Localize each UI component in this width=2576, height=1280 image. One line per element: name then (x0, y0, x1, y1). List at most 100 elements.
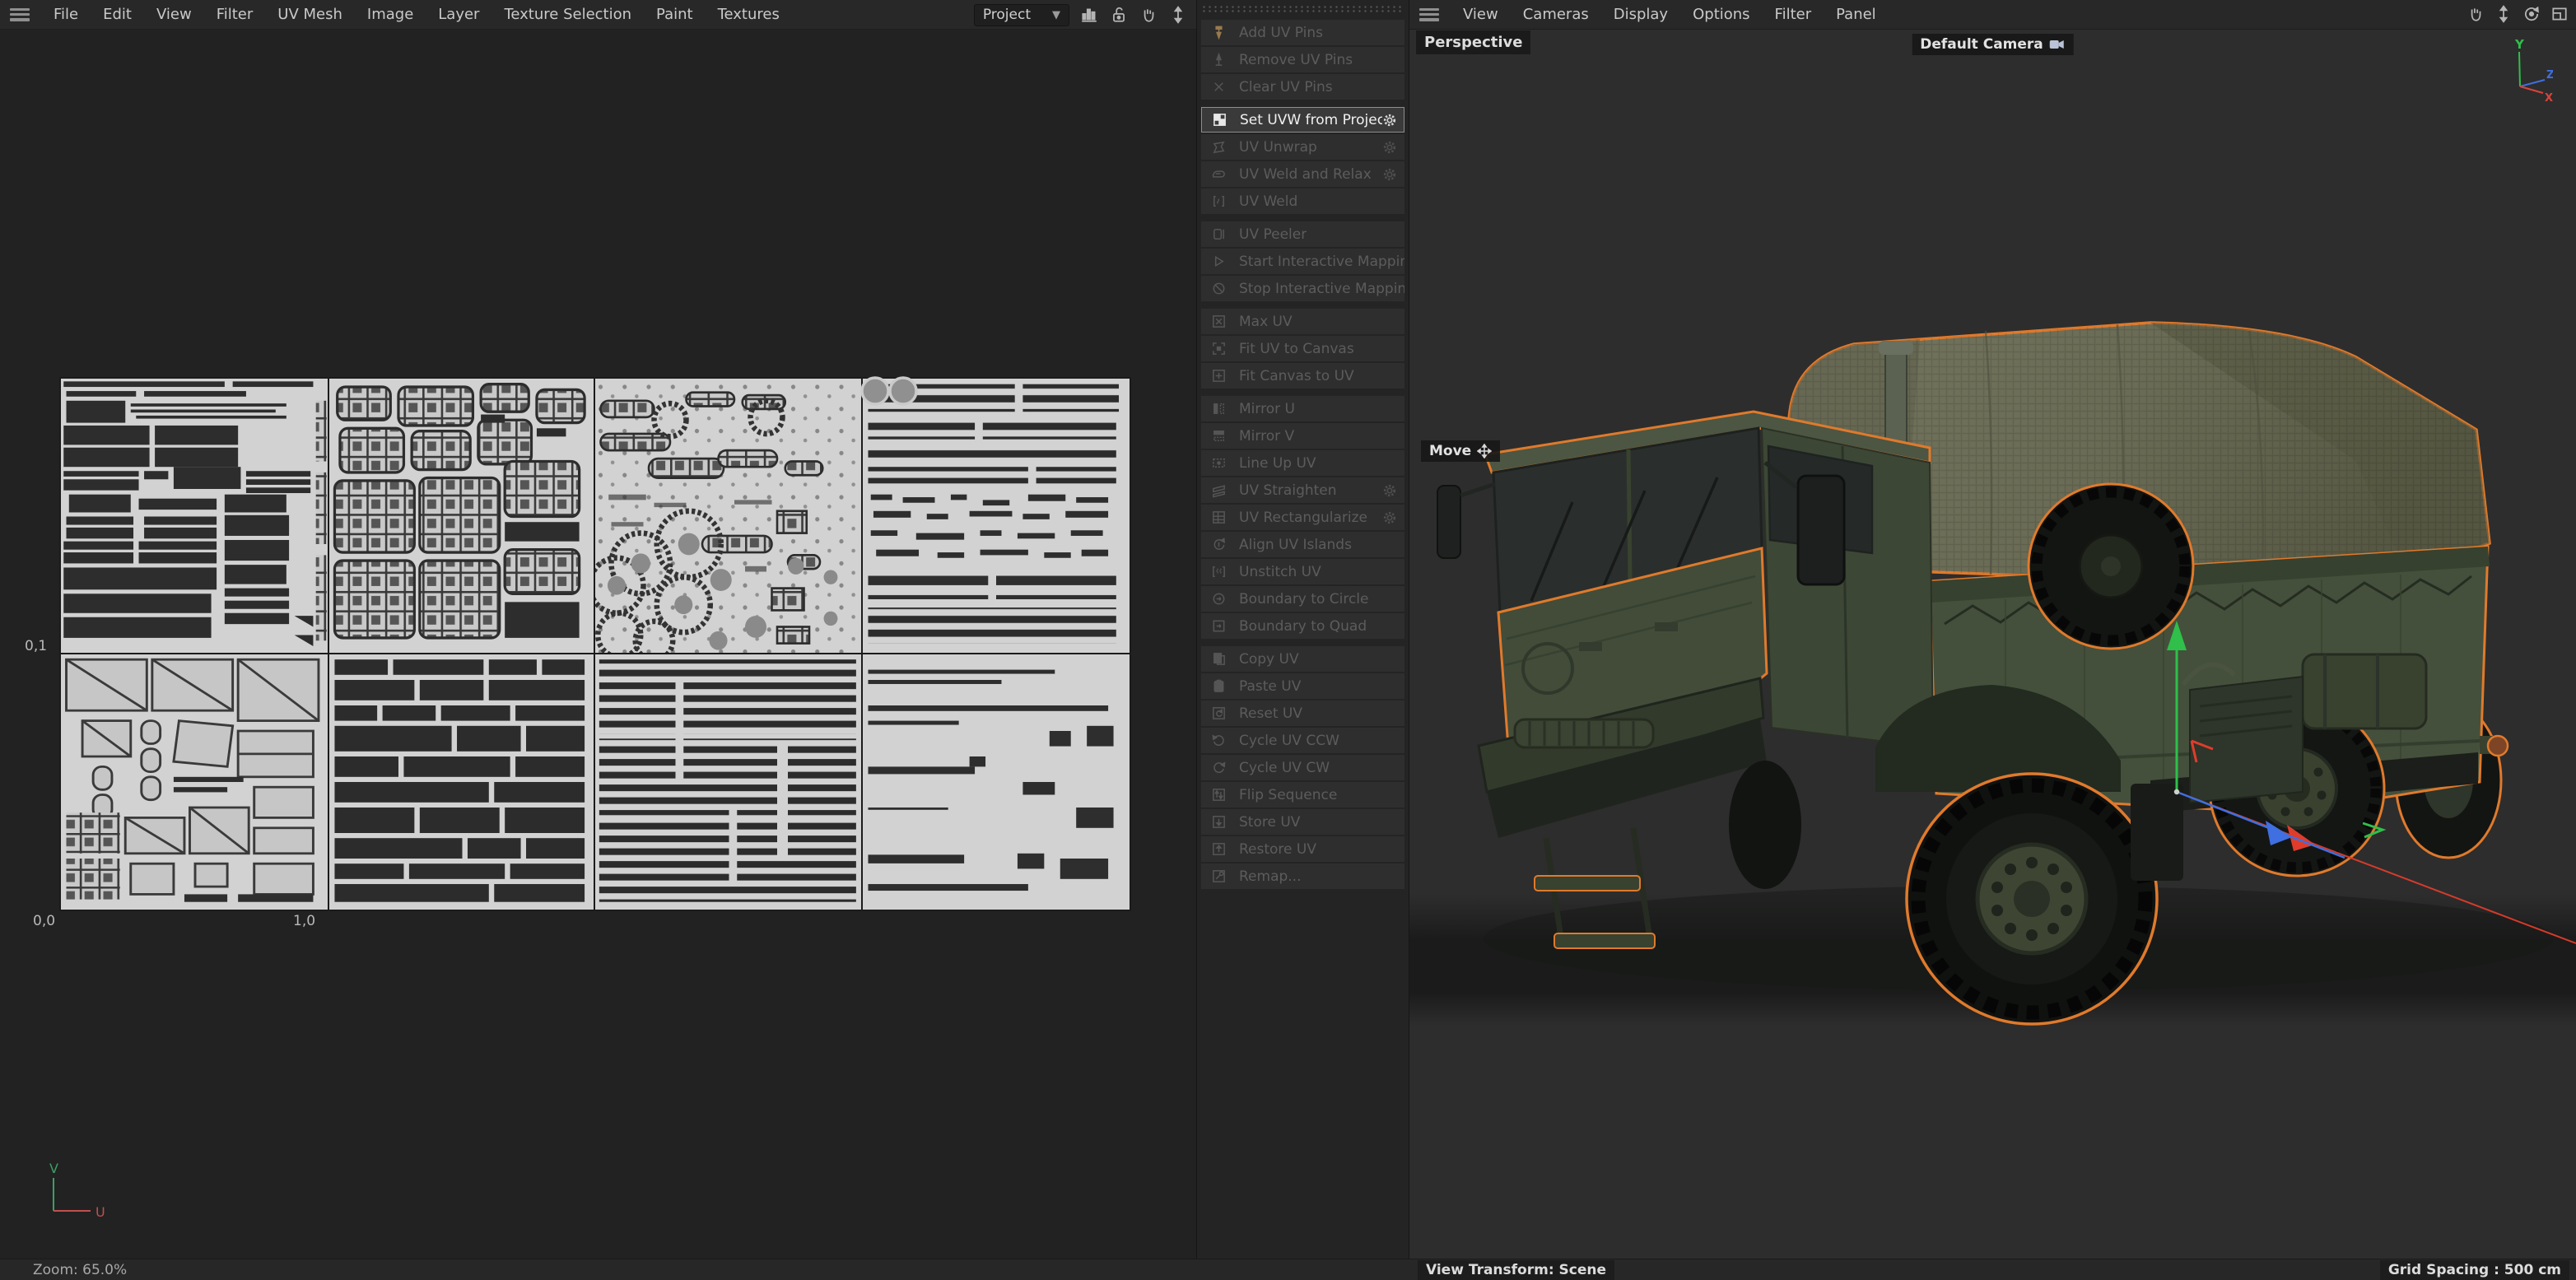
orbit-icon[interactable] (2520, 2, 2543, 26)
uv-menu-texture-selection[interactable]: Texture Selection (491, 0, 644, 30)
projection-icon (1210, 111, 1228, 129)
lock-open-icon[interactable] (1107, 3, 1130, 26)
svg-text:X: X (2545, 92, 2553, 105)
uv-menu-item-paste-uv[interactable]: Paste UV (1201, 673, 1404, 699)
gear-icon[interactable] (1381, 166, 1398, 183)
uv-menu-item-boundary-to-quad[interactable]: Boundary to Quad (1201, 613, 1404, 639)
uv-menu-item-uv-straighten[interactable]: UV Straighten (1201, 477, 1404, 503)
dolly-icon[interactable] (2492, 2, 2515, 26)
gear-icon[interactable] (1381, 482, 1398, 499)
uv-tile-4[interactable] (863, 379, 1130, 654)
menu-item-label: Unstitch UV (1239, 564, 1321, 580)
gear-icon[interactable] (1381, 139, 1398, 156)
uv-canvas[interactable]: 0,1 0,0 1,0 V U (0, 30, 1196, 1259)
texture-uv-editor-panel: FileEditViewFilterUV MeshImageLayerTextu… (0, 0, 1197, 1280)
uv-menu-item-boundary-to-circle[interactable]: Boundary to Circle (1201, 586, 1404, 612)
uv-menu-uv-mesh[interactable]: UV Mesh (265, 0, 355, 30)
uv-menu-item-uv-unwrap[interactable]: UV Unwrap (1201, 134, 1404, 160)
hand-icon[interactable] (2464, 2, 2487, 26)
view-menu-filter[interactable]: Filter (1763, 0, 1824, 30)
gear-icon[interactable] (1382, 112, 1397, 128)
menu-item-label: UV Rectangularize (1239, 510, 1367, 526)
uv-menu-item-remove-uv-pins[interactable]: Remove UV Pins (1201, 47, 1404, 72)
flip-sequence-icon (1209, 786, 1227, 804)
uv-menu-item-max-uv[interactable]: Max UV (1201, 309, 1404, 334)
uv-menu-item-reset-uv[interactable]: Reset UV (1201, 701, 1404, 726)
uv-menu-item-line-up-uv[interactable]: Line Up UV (1201, 450, 1404, 476)
uv-menu-item-align-uv-islands[interactable]: Align UV Islands (1201, 532, 1404, 557)
weld-icon (1209, 193, 1227, 211)
uv-menu-image[interactable]: Image (355, 0, 426, 30)
menu-item-label: Max UV (1239, 314, 1293, 330)
uv-menu-item-set-uvw-from-projection[interactable]: Set UVW from Projection (1201, 107, 1404, 133)
uv-menu-item-fit-canvas-to-uv[interactable]: Fit Canvas to UV (1201, 363, 1404, 389)
menu-item-label: Add UV Pins (1239, 25, 1323, 41)
uv-menu-paint[interactable]: Paint (644, 0, 706, 30)
uv-menu-filter[interactable]: Filter (204, 0, 266, 30)
uv-menu-item-restore-uv[interactable]: Restore UV (1201, 836, 1404, 862)
uv-menu-item-stop-interactive-mapping[interactable]: Stop Interactive Mapping (1201, 276, 1404, 301)
layout-icon[interactable] (2548, 2, 2571, 26)
uv-menu-item-mirror-u[interactable]: Mirror U (1201, 396, 1404, 421)
histogram-icon[interactable] (1078, 3, 1101, 26)
uv-tile-8[interactable] (863, 654, 1130, 910)
uv-menu-item-add-uv-pins[interactable]: Add UV Pins (1201, 20, 1404, 45)
hand-icon[interactable] (1137, 3, 1160, 26)
uv-menu-layer[interactable]: Layer (426, 0, 491, 30)
uv-menu-item-fit-uv-to-canvas[interactable]: Fit UV to Canvas (1201, 336, 1404, 361)
peeler-icon (1209, 226, 1227, 244)
uv-menu-item-cycle-uv-ccw[interactable]: Cycle UV CCW (1201, 728, 1404, 753)
max-uv-icon (1209, 313, 1227, 331)
view-transform-status: View Transform: Scene (1418, 1260, 1614, 1280)
viewport-3d[interactable]: Y Z X Move (1409, 30, 2576, 1259)
uv-menu-item-flip-sequence[interactable]: Flip Sequence (1201, 782, 1404, 808)
uv-tile-1[interactable] (61, 379, 329, 654)
menu-item-label: Remove UV Pins (1239, 52, 1353, 68)
uv-menu-item-uv-peeler[interactable]: UV Peeler (1201, 221, 1404, 247)
uv-tile-7[interactable] (595, 654, 863, 910)
uv-tile-3[interactable] (595, 379, 863, 654)
view-menu-options[interactable]: Options (1680, 0, 1762, 30)
uv-menu-edit[interactable]: Edit (91, 0, 144, 30)
uv-menu-item-uv-weld-and-relax[interactable]: UV Weld and Relax (1201, 161, 1404, 187)
panel-drag-handle[interactable] (1201, 5, 1404, 13)
uv-menu-item-uv-weld[interactable]: UV Weld (1201, 189, 1404, 214)
uv-menu-item-store-uv[interactable]: Store UV (1201, 809, 1404, 835)
uv-menu-item-copy-uv[interactable]: Copy UV (1201, 646, 1404, 672)
hamburger-menu-icon[interactable] (10, 8, 30, 21)
svg-text:U: U (95, 1204, 105, 1220)
cycle-cw-icon (1209, 759, 1227, 777)
uv-menu-item-unstitch-uv[interactable]: Unstitch UV (1201, 559, 1404, 584)
line-up-icon (1209, 454, 1227, 472)
uv-menu-item-cycle-uv-cw[interactable]: Cycle UV CW (1201, 755, 1404, 780)
view-menu-view[interactable]: View (1451, 0, 1511, 30)
uv-menu-item-remap[interactable]: Remap... (1201, 863, 1404, 889)
uv-tile-5[interactable] (61, 654, 329, 910)
uv-menu-item-clear-uv-pins[interactable]: Clear UV Pins (1201, 74, 1404, 100)
zoom-status: Zoom: 65.0% (33, 1262, 127, 1278)
pan-vertical-icon[interactable] (1167, 3, 1190, 26)
mirror-u-icon (1209, 400, 1227, 418)
uv-tile-2[interactable] (329, 379, 595, 654)
view-menu-panel[interactable]: Panel (1824, 0, 1889, 30)
menu-item-label: Stop Interactive Mapping (1239, 281, 1404, 297)
uv-menu-file[interactable]: File (41, 0, 91, 30)
project-dropdown[interactable]: Project ▼ (974, 4, 1069, 26)
uv-menu-textures[interactable]: Textures (706, 0, 792, 30)
gear-icon[interactable] (1381, 510, 1398, 526)
active-tool-label: Move (1421, 440, 1500, 462)
view-menu-cameras[interactable]: Cameras (1511, 0, 1601, 30)
camera-label[interactable]: Default Camera (1912, 34, 2074, 55)
svg-text:Y: Y (2514, 37, 2525, 52)
uv-menu-item-uv-rectangularize[interactable]: UV Rectangularize (1201, 505, 1404, 530)
view-menu-display[interactable]: Display (1601, 0, 1680, 30)
uv-menu-item-start-interactive-mapping[interactable]: Start Interactive Mapping (1201, 249, 1404, 274)
uv-menu-view[interactable]: View (144, 0, 204, 30)
store-icon (1209, 813, 1227, 831)
paste-icon (1209, 677, 1227, 696)
unstitch-icon (1209, 563, 1227, 581)
menu-item-label: Reset UV (1239, 705, 1302, 722)
uv-menu-item-mirror-v[interactable]: Mirror V (1201, 423, 1404, 449)
uv-tile-6[interactable] (329, 654, 595, 910)
hamburger-menu-icon[interactable] (1419, 8, 1439, 21)
